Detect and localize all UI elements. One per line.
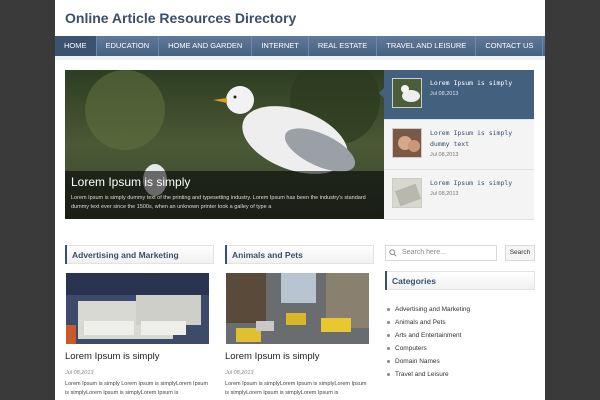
nav-contact-us[interactable]: CONTACT US [476,36,544,56]
thumb-date: Jul 08,2013 [430,91,459,97]
post-title[interactable]: Lorem Ipsum is simply [225,351,320,362]
thumb-date: Jul 08,2013 [430,191,459,197]
thumb-item[interactable]: Lorem Ipsum is simply Jul 08,2013 [379,70,534,120]
nav-internet[interactable]: INTERNET [252,36,309,56]
post-image[interactable] [226,273,369,344]
category-item[interactable]: Arts and Entertainment [385,329,470,342]
thumb-title: Lorem Ipsum is simply dummy text [430,129,513,148]
slider-thumbnails: Lorem Ipsum is simply Jul 08,2013 Lorem … [379,70,534,220]
main-nav: HOME EDUCATION HOME AND GARDEN INTERNET … [55,36,545,56]
nav-real-estate[interactable]: REAL ESTATE [309,36,378,56]
category-item[interactable]: Travel and Leisure [385,368,470,381]
post-title[interactable]: Lorem Ipsum is simply [65,351,160,362]
search-button[interactable]: Search [505,245,535,261]
thumb-title: Lorem Ipsum is simply [430,179,513,187]
thumb-image [392,178,422,208]
search-input[interactable]: Search here... [385,245,497,261]
nav-home[interactable]: HOME [55,36,97,56]
search-icon [389,249,397,257]
post-image[interactable] [66,273,209,344]
nav-education[interactable]: EDUCATION [97,36,160,56]
post-date: Jul 08,2013 [65,370,94,376]
slide-caption: Lorem Ipsum is simply Lorem Ipsum is sim… [65,171,384,219]
category-item[interactable]: Animals and Pets [385,316,470,329]
thumb-title: Lorem Ipsum is simply [430,79,513,87]
thumb-image [392,128,422,158]
post-date: Jul 08,2013 [225,370,254,376]
thumb-image [392,78,422,108]
post-excerpt: Lorem Ipsum is simply Lorem Ipsum is sim… [65,381,209,396]
nav-divider [55,56,545,60]
thumb-date: Jul 08,2013 [430,152,459,158]
section-title-advertising[interactable]: Advertising and Marketing [65,245,214,264]
slide-text: Lorem Ipsum is simply dummy text of the … [71,195,366,210]
nav-travel-and-leisure[interactable]: TRAVEL AND LEISURE [377,36,477,56]
featured-slider[interactable]: Lorem Ipsum is simply Lorem Ipsum is sim… [65,70,384,219]
page: Online Article Resources Directory HOME … [55,0,545,400]
category-list: Advertising and Marketing Animals and Pe… [385,303,470,381]
categories-title: Categories [385,271,535,290]
category-item[interactable]: Advertising and Marketing [385,303,470,316]
site-title[interactable]: Online Article Resources Directory [65,10,296,26]
slide-title[interactable]: Lorem Ipsum is simply [71,175,378,189]
nav-home-and-garden[interactable]: HOME AND GARDEN [159,36,253,56]
thumb-item[interactable]: Lorem Ipsum is simply dummy text Jul 08,… [384,120,534,170]
thumb-item[interactable]: Lorem Ipsum is simply Jul 08,2013 [384,170,534,220]
section-title-animals[interactable]: Animals and Pets [225,245,374,264]
post-excerpt: Lorem Ipsum is simplyLorem Ipsum is simp… [225,381,367,396]
category-item[interactable]: Domain Names [385,355,470,368]
category-item[interactable]: Computers [385,342,470,355]
